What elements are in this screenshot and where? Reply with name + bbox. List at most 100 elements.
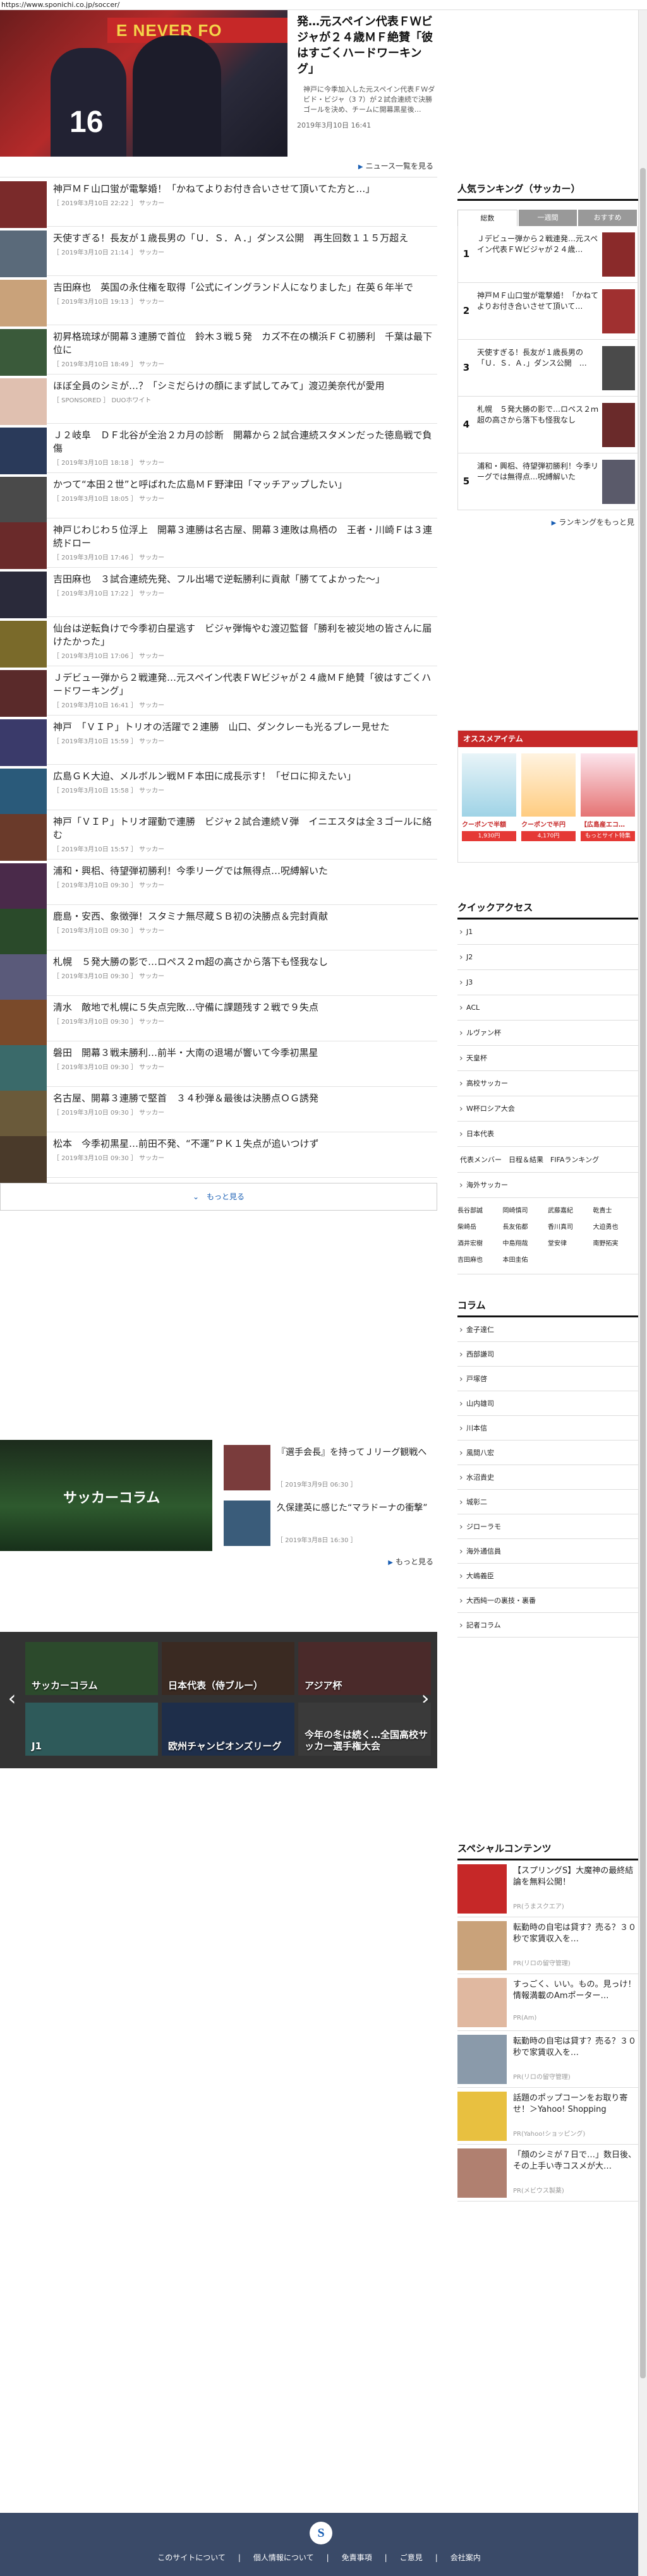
ad-product[interactable]: 【広島産エコ… もっとサイト特集 — [581, 753, 635, 856]
special-item[interactable]: 話題のポップコーンをお取り寄せ！＞Yahoo! Shopping PR(Yahoo… — [457, 2088, 638, 2145]
hero-title[interactable]: 発…元スペイン代表ＦＷビジャが２４歳ＭＦ絶賛「彼はすごくハードワーキング」 — [297, 14, 437, 77]
ad-product-button[interactable]: もっとサイト特集 — [581, 831, 635, 841]
carousel-tile[interactable]: 今年の冬は続く…全国高校サッカー選手権大会 — [298, 1703, 431, 1756]
player-link[interactable]: 中島翔哉 — [503, 1236, 548, 1252]
column-link[interactable]: 山内雄司 — [457, 1391, 638, 1417]
tab-week[interactable]: 一週間 — [518, 210, 577, 226]
special-item[interactable]: 「顔のシミが７日で…」数日後、その上手い寺コスメが大… PR(メビウス製薬) — [457, 2145, 638, 2202]
scrollbar-thumb[interactable] — [640, 168, 646, 2378]
column-more-link[interactable]: ▶ もっと見る — [388, 1556, 433, 1567]
column-link[interactable]: 城彰二 — [457, 1490, 638, 1515]
quick-access-link[interactable]: 海外サッカー — [457, 1173, 638, 1198]
column-link[interactable]: 大西純一の裏技・裏番 — [457, 1588, 638, 1614]
quick-access-link[interactable]: 高校サッカー — [457, 1071, 638, 1096]
tab-total[interactable]: 総数 — [457, 210, 517, 226]
ranking-item[interactable]: 4 札幌 ５発大勝の影で…ロペス２ｍ超の高さから落下も怪我なし — [457, 397, 638, 453]
column-link[interactable]: ジローラモ — [457, 1514, 638, 1540]
footer-link[interactable]: 免責事項 — [342, 2553, 372, 2562]
quick-access-link[interactable]: J2 — [457, 945, 638, 970]
player-link[interactable]: 香川真司 — [548, 1219, 593, 1236]
carousel-tile[interactable]: 日本代表（侍ブルー） — [162, 1642, 294, 1695]
player-link[interactable]: 大迫勇也 — [593, 1219, 639, 1236]
player-link[interactable]: 岡崎慎司 — [503, 1203, 548, 1219]
quick-access-link[interactable]: W杯ロシア大会 — [457, 1096, 638, 1122]
hero-article[interactable]: E NEVER FO 16 発…元スペイン代表ＦＷビジャが２４歳ＭＦ絶賛「彼はす… — [0, 10, 437, 157]
news-item[interactable]: 仙台は逆転負けで今季初白星逃す ビジャ弾悔やむ渡辺監督「勝利を被災地の皆さんに届… — [0, 617, 437, 668]
carousel-tile[interactable]: サッカーコラム — [25, 1642, 158, 1695]
news-item[interactable]: 名古屋、開幕３連勝で堅首 ３４秒弾＆最後は決勝点ＯＧ誘発 ［ 2019年3月10日… — [0, 1087, 437, 1137]
url-bar[interactable]: https://www.sponichi.co.jp/soccer/ — [0, 0, 647, 10]
scrollbar[interactable] — [638, 10, 647, 2576]
news-item[interactable]: 吉田麻也 英国の永住権を取得「公式にイングランド人になりました」在英６年半で ［ … — [0, 276, 437, 326]
footer-link[interactable]: 会社案内 — [450, 2553, 481, 2562]
column-item[interactable]: 『選手会長』を持ってＪリーグ観戦へ ［ 2019年3月9日 06:30 ］ — [224, 1445, 437, 1490]
news-item[interactable]: 浦和・興梠、待望弾初勝利！今季リーグでは無得点…呪縛解いた ［ 2019年3月10… — [0, 860, 437, 910]
special-item[interactable]: 転勤時の自宅は貸す？売る？３０秒で家賃収入を… PR(リロの留守管理) — [457, 1917, 638, 1974]
player-link[interactable]: 武藤嘉紀 — [548, 1203, 593, 1219]
special-item[interactable]: 【スプリングS】大魔神の最終結論を無料公開！ PR(うまスクエア) — [457, 1860, 638, 1917]
footer-link[interactable]: ご意見 — [400, 2553, 423, 2562]
news-item[interactable]: 磐田 開幕３戦未勝利…前半・大南の退場が響いて今季初黒星 ［ 2019年3月10日… — [0, 1041, 437, 1092]
footer-link[interactable]: このサイトについて — [157, 2553, 226, 2562]
news-item[interactable]: Ｊデビュー弾から２戦連発…元スペイン代表ＦＷビジャが２４歳ＭＦ絶賛「彼はすごくハ… — [0, 666, 437, 717]
news-item[interactable]: 神戸ＭＦ山口蛍が電撃婚！「かねてよりお付き合いさせて頂いてた方と…」 ［ 2019… — [0, 177, 437, 228]
ranking-item[interactable]: 5 浦和・興梠、待望弾初勝利！今季リーグでは無得点…呪縛解いた — [457, 453, 638, 510]
ranking-item[interactable]: 3 天使すぎる！長友が１歳長男の「Ｕ．Ｓ．Ａ．」ダンス公開 … — [457, 340, 638, 397]
player-link[interactable]: 長谷部誠 — [457, 1203, 503, 1219]
site-logo[interactable]: S — [310, 2522, 332, 2544]
news-item[interactable]: ほぼ全員のシミが…？「シミだらけの顔にまず試してみて」渡辺美奈代が愛用 ［ SPO… — [0, 374, 437, 425]
quick-access-link[interactable]: 天皇杯 — [457, 1046, 638, 1071]
news-item[interactable]: 初昇格琉球が開幕３連勝で首位 鈴木３戦５発 カズ不在の横浜ＦＣ初勝利 千葉は最下… — [0, 325, 437, 376]
carousel-tile[interactable]: 欧州チャンピオンズリーグ — [162, 1703, 294, 1756]
ranking-item[interactable]: 2 神戸ＭＦ山口蛍が電撃婚！「かねてよりお付き合いさせて頂いて… — [457, 283, 638, 340]
player-link[interactable]: 本田圭佑 — [503, 1252, 548, 1269]
news-item[interactable]: 札幌 ５発大勝の影で…ロペス２ｍ超の高さから落下も怪我なし ［ 2019年3月10… — [0, 950, 437, 1001]
news-item[interactable]: 松本 今季初黒星…前田不発、“不運”ＰＫ１失点が追いつけず ［ 2019年3月10… — [0, 1132, 437, 1183]
column-link[interactable]: 水沼貴史 — [457, 1465, 638, 1490]
special-item[interactable]: 転勤時の自宅は貸す？売る？３０秒で家賃収入を… PR(リロの留守管理) — [457, 2031, 638, 2088]
carousel-prev-button[interactable]: ‹ — [4, 1682, 20, 1714]
news-item[interactable]: 清水 敵地で札幌に５失点完敗…守備に課題残す２戦で９失点 ［ 2019年3月10日… — [0, 996, 437, 1046]
ad-product[interactable]: クーポンで半額 1,930円 — [462, 753, 516, 856]
column-link[interactable]: 川本信 — [457, 1416, 638, 1441]
news-item[interactable]: かつて“本田２世”と呼ばれた広島ＭＦ野津田「マッチアップしたい」 ［ 2019年3… — [0, 473, 437, 524]
news-item[interactable]: 神戸じわじわ５位浮上 開幕３連勝は名古屋、開幕３連敗は鳥栖の 王者・川崎Ｆは３連… — [0, 518, 437, 569]
tab-recommended[interactable]: おすすめ — [578, 210, 638, 226]
column-link[interactable]: 大嶋義臣 — [457, 1564, 638, 1589]
column-item[interactable]: 久保建英に感じた“マラドーナの衝撃” ［ 2019年3月8日 16:30 ］ — [224, 1501, 437, 1546]
player-link[interactable]: 吉田麻也 — [457, 1252, 503, 1269]
quick-access-link[interactable]: 日本代表 — [457, 1122, 638, 1147]
column-link[interactable]: 金子達仁 — [457, 1317, 638, 1343]
column-link[interactable]: 西部謙司 — [457, 1342, 638, 1367]
quick-access-link[interactable]: J1 — [457, 920, 638, 945]
ad-product[interactable]: クーポンで半円 4,170円 — [521, 753, 576, 856]
ranking-item[interactable]: 1 Ｊデビュー弾から２戦連発…元スペイン代表ＦＷビジャが２４歳… — [457, 226, 638, 283]
news-list-link[interactable]: ▶ ニュース一覧を見る — [0, 157, 437, 176]
footer-link[interactable]: 個人情報について — [253, 2553, 314, 2562]
player-link[interactable]: 南野拓実 — [593, 1236, 639, 1252]
quick-access-link[interactable]: ACL — [457, 995, 638, 1021]
carousel-tile[interactable]: アジア杯 — [298, 1642, 431, 1695]
column-link[interactable]: 戸塚啓 — [457, 1367, 638, 1392]
quick-access-link[interactable]: J3 — [457, 970, 638, 995]
quick-access-inline-links[interactable]: 代表メンバー 日程＆結果 FIFAランキング — [457, 1147, 638, 1173]
quick-access-link[interactable]: ルヴァン杯 — [457, 1021, 638, 1046]
news-item[interactable]: 天使すぎる！長友が１歳長男の「Ｕ．Ｓ．Ａ．」ダンス公開 再生回数１１５万超え ［ … — [0, 227, 437, 277]
special-item[interactable]: すっごく、いい。もの。見っけ！情報満載のAmポーター… PR(Am) — [457, 1974, 638, 2031]
ad-product-button[interactable]: 4,170円 — [521, 831, 576, 841]
carousel-tile[interactable]: J1 — [25, 1703, 158, 1756]
player-link[interactable]: 乾貴士 — [593, 1203, 639, 1219]
news-item[interactable]: Ｊ２岐阜 ＤＦ北谷が全治２カ月の診断 開幕から２試合連続スタメンだった徳島戦で負… — [0, 424, 437, 474]
ad-product-button[interactable]: 1,930円 — [462, 831, 516, 841]
player-link[interactable]: 堂安律 — [548, 1236, 593, 1252]
column-link[interactable]: 風間八宏 — [457, 1441, 638, 1466]
news-item[interactable]: 神戸 「ＶＩＰ」トリオの活躍で２連勝 山口、ダンクレーも光るプレー見せた ［ 20… — [0, 716, 437, 766]
news-item[interactable]: 広島ＧＫ大迫、メルボルン戦ＭＦ本田に成長示す！「ゼロに抑えたい」 ［ 2019年3… — [0, 765, 437, 815]
show-more-button[interactable]: ⌄ もっと見る — [0, 1183, 437, 1211]
column-link[interactable]: 海外通信員 — [457, 1539, 638, 1564]
news-item[interactable]: 吉田麻也 ３試合連続先発、フル出場で逆転勝利に貢献「勝ててよかった～」 ［ 201… — [0, 568, 437, 618]
news-item[interactable]: 鹿島・安西、象徴弾！スタミナ無尽蔵ＳＢ初の決勝点＆完封貢献 ［ 2019年3月10… — [0, 905, 437, 956]
hero-image[interactable]: E NEVER FO 16 — [0, 10, 287, 157]
player-link[interactable]: 柴崎岳 — [457, 1219, 503, 1236]
column-link[interactable]: 記者コラム — [457, 1613, 638, 1638]
